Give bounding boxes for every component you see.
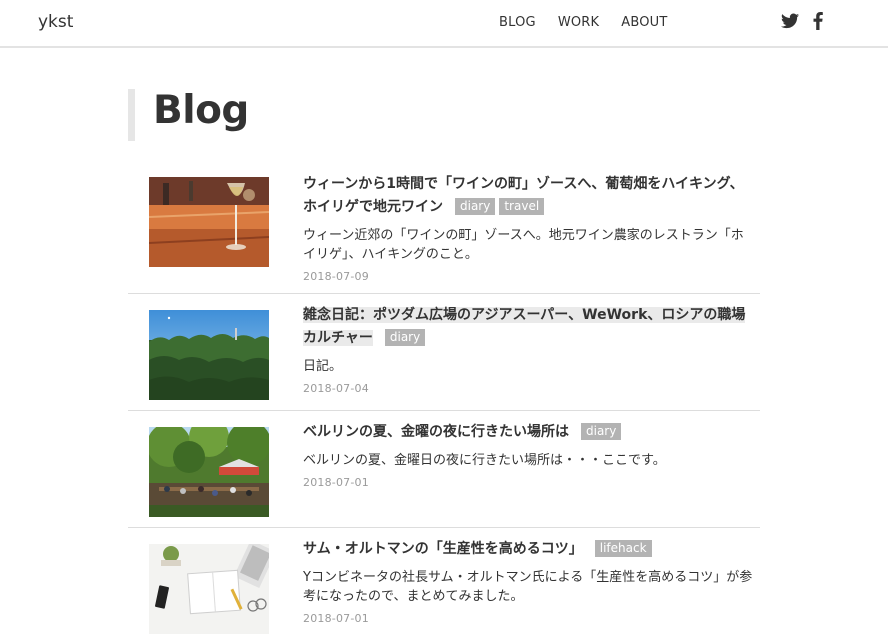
site-logo[interactable]: ykst	[38, 12, 73, 32]
post-body: サム・オルトマンの「生産性を高めるコツ」 lifehack Yコンビネータの社長サ…	[303, 538, 755, 625]
nav-about[interactable]: ABOUT	[621, 15, 667, 30]
social-links	[781, 12, 823, 30]
post-title-text[interactable]: 雑念日記：ポツダム広場のアジアスーパー、WeWork、ロシアの職場カルチャー	[303, 307, 746, 346]
post-body: ウィーンから1時間で「ワインの町」ゾースへ、葡萄畑をハイキング、ホイリゲで地元ワ…	[303, 173, 755, 283]
post-title[interactable]: ベルリンの夏、金曜の夜に行きたい場所は diary	[303, 421, 755, 444]
nav-blog[interactable]: BLOG	[499, 15, 536, 30]
main-nav: BLOG WORK ABOUT	[499, 15, 690, 30]
post-title[interactable]: ウィーンから1時間で「ワインの町」ゾースへ、葡萄畑をハイキング、ホイリゲで地元ワ…	[303, 173, 755, 219]
post-excerpt: ベルリンの夏、金曜日の夜に行きたい場所は・・・ここです。	[303, 453, 666, 468]
post-thumbnail[interactable]	[149, 427, 269, 517]
tag[interactable]: travel	[499, 198, 545, 215]
post-body: 雑念日記：ポツダム広場のアジアスーパー、WeWork、ロシアの職場カルチャー di…	[303, 304, 755, 395]
post-title-text[interactable]: サム・オルトマンの「生産性を高めるコツ」	[303, 541, 583, 557]
twitter-icon[interactable]	[781, 13, 799, 29]
post-excerpt: 日記。	[303, 359, 343, 374]
post-excerpt: ウィーン近郊の「ワインの町」ゾースへ。地元ワイン農家のレストラン「ホイリゲ」、ハ…	[303, 228, 744, 262]
tag[interactable]: diary	[455, 198, 496, 215]
facebook-icon[interactable]	[813, 12, 823, 30]
post-item: ウィーンから1時間で「ワインの町」ゾースへ、葡萄畑をハイキング、ホイリゲで地元ワ…	[128, 170, 760, 294]
tag[interactable]: diary	[581, 423, 622, 440]
nav-work[interactable]: WORK	[558, 15, 599, 30]
page-title: Blog	[153, 88, 249, 133]
title-accent-bar	[128, 89, 135, 141]
tag[interactable]: lifehack	[594, 540, 652, 557]
post-date: 2018-07-09	[303, 270, 369, 283]
post-thumbnail[interactable]	[149, 310, 269, 400]
post-body: ベルリンの夏、金曜の夜に行きたい場所は diary ベルリンの夏、金曜日の夜に行き…	[303, 421, 755, 489]
post-date: 2018-07-01	[303, 612, 369, 625]
post-title[interactable]: 雑念日記：ポツダム広場のアジアスーパー、WeWork、ロシアの職場カルチャー di…	[303, 304, 755, 350]
post-date: 2018-07-04	[303, 382, 369, 395]
tag[interactable]: diary	[384, 329, 426, 346]
post-item: サム・オルトマンの「生産性を高めるコツ」 lifehack Yコンビネータの社長サ…	[128, 528, 760, 636]
post-title-text[interactable]: ベルリンの夏、金曜の夜に行きたい場所は	[303, 424, 569, 440]
site-header: ykst BLOG WORK ABOUT	[0, 0, 888, 48]
post-date: 2018-07-01	[303, 476, 369, 489]
post-thumbnail[interactable]	[149, 544, 269, 634]
post-title[interactable]: サム・オルトマンの「生産性を高めるコツ」 lifehack	[303, 538, 755, 561]
post-item: ベルリンの夏、金曜の夜に行きたい場所は diary ベルリンの夏、金曜日の夜に行き…	[128, 411, 760, 528]
post-thumbnail[interactable]	[149, 177, 269, 267]
post-excerpt: Yコンビネータの社長サム・オルトマン氏による「生産性を高めるコツ」が参考になった…	[303, 570, 753, 604]
post-item: 雑念日記：ポツダム広場のアジアスーパー、WeWork、ロシアの職場カルチャー di…	[128, 294, 760, 411]
